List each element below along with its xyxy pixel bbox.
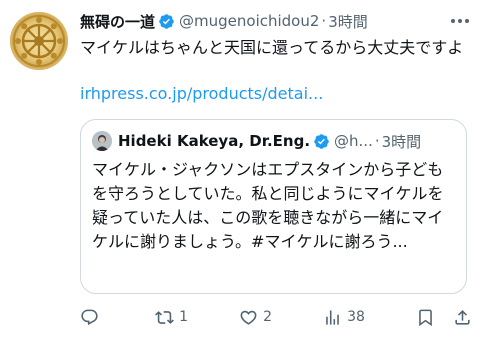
quote-author-name: Hideki Kakeya, Dr.Eng. — [118, 132, 311, 150]
share-button[interactable] — [453, 305, 472, 329]
timestamp[interactable]: 3時間 — [328, 11, 368, 32]
bookmark-icon — [419, 309, 432, 326]
tweet-body: マイケルはちゃんと天国に還ってるから大丈夫ですよ — [80, 38, 464, 57]
retweet-icon — [155, 310, 175, 324]
retweet-count: 1 — [179, 309, 188, 325]
verified-badge-icon — [159, 13, 174, 29]
like-count: 2 — [263, 309, 272, 325]
tweet-header: 無碍の一道 @mugenoichidou2 · 3時間 — [80, 10, 368, 32]
quote-body: マイケル・ジャクソンはエプスタインから子どもを守ろうとしていた。私と同じようにマ… — [92, 160, 444, 251]
views-count: 38 — [347, 309, 365, 325]
tweet[interactable]: 無碍の一道 @mugenoichidou2 · 3時間 マイケルはちゃんと天国に… — [0, 0, 480, 339]
heart-icon — [240, 310, 257, 325]
reply-icon — [81, 309, 98, 325]
verified-badge-icon — [314, 133, 329, 149]
views-icon — [326, 309, 339, 325]
quoted-tweet[interactable]: Hideki Kakeya, Dr.Eng. @h... · 3時間 マイケル・… — [80, 119, 467, 294]
share-icon — [455, 309, 470, 325]
action-group-right — [416, 305, 472, 329]
tweet-link[interactable]: irhpress.co.jp/products/detai... — [80, 83, 323, 105]
separator-dot: · — [374, 132, 380, 150]
quote-header: Hideki Kakeya, Dr.Eng. @h... · 3時間 — [92, 130, 421, 152]
like-button[interactable]: 2 — [239, 305, 272, 329]
retweet-button[interactable]: 1 — [155, 305, 188, 329]
dharma-wheel-icon[interactable] — [10, 12, 68, 70]
action-bar: 1 2 38 — [80, 305, 472, 329]
author-name[interactable]: 無碍の一道 — [80, 11, 155, 32]
quote-avatar[interactable] — [92, 131, 112, 151]
views-button[interactable]: 38 — [323, 305, 365, 329]
more-options-icon[interactable] — [449, 12, 471, 30]
quote-author-handle: @h... — [334, 132, 373, 150]
separator-dot: · — [321, 12, 327, 30]
author-handle[interactable]: @mugenoichidou2 — [179, 12, 319, 30]
bookmark-button[interactable] — [416, 305, 435, 329]
reply-button[interactable] — [80, 305, 104, 329]
quote-timestamp: 3時間 — [381, 132, 422, 151]
